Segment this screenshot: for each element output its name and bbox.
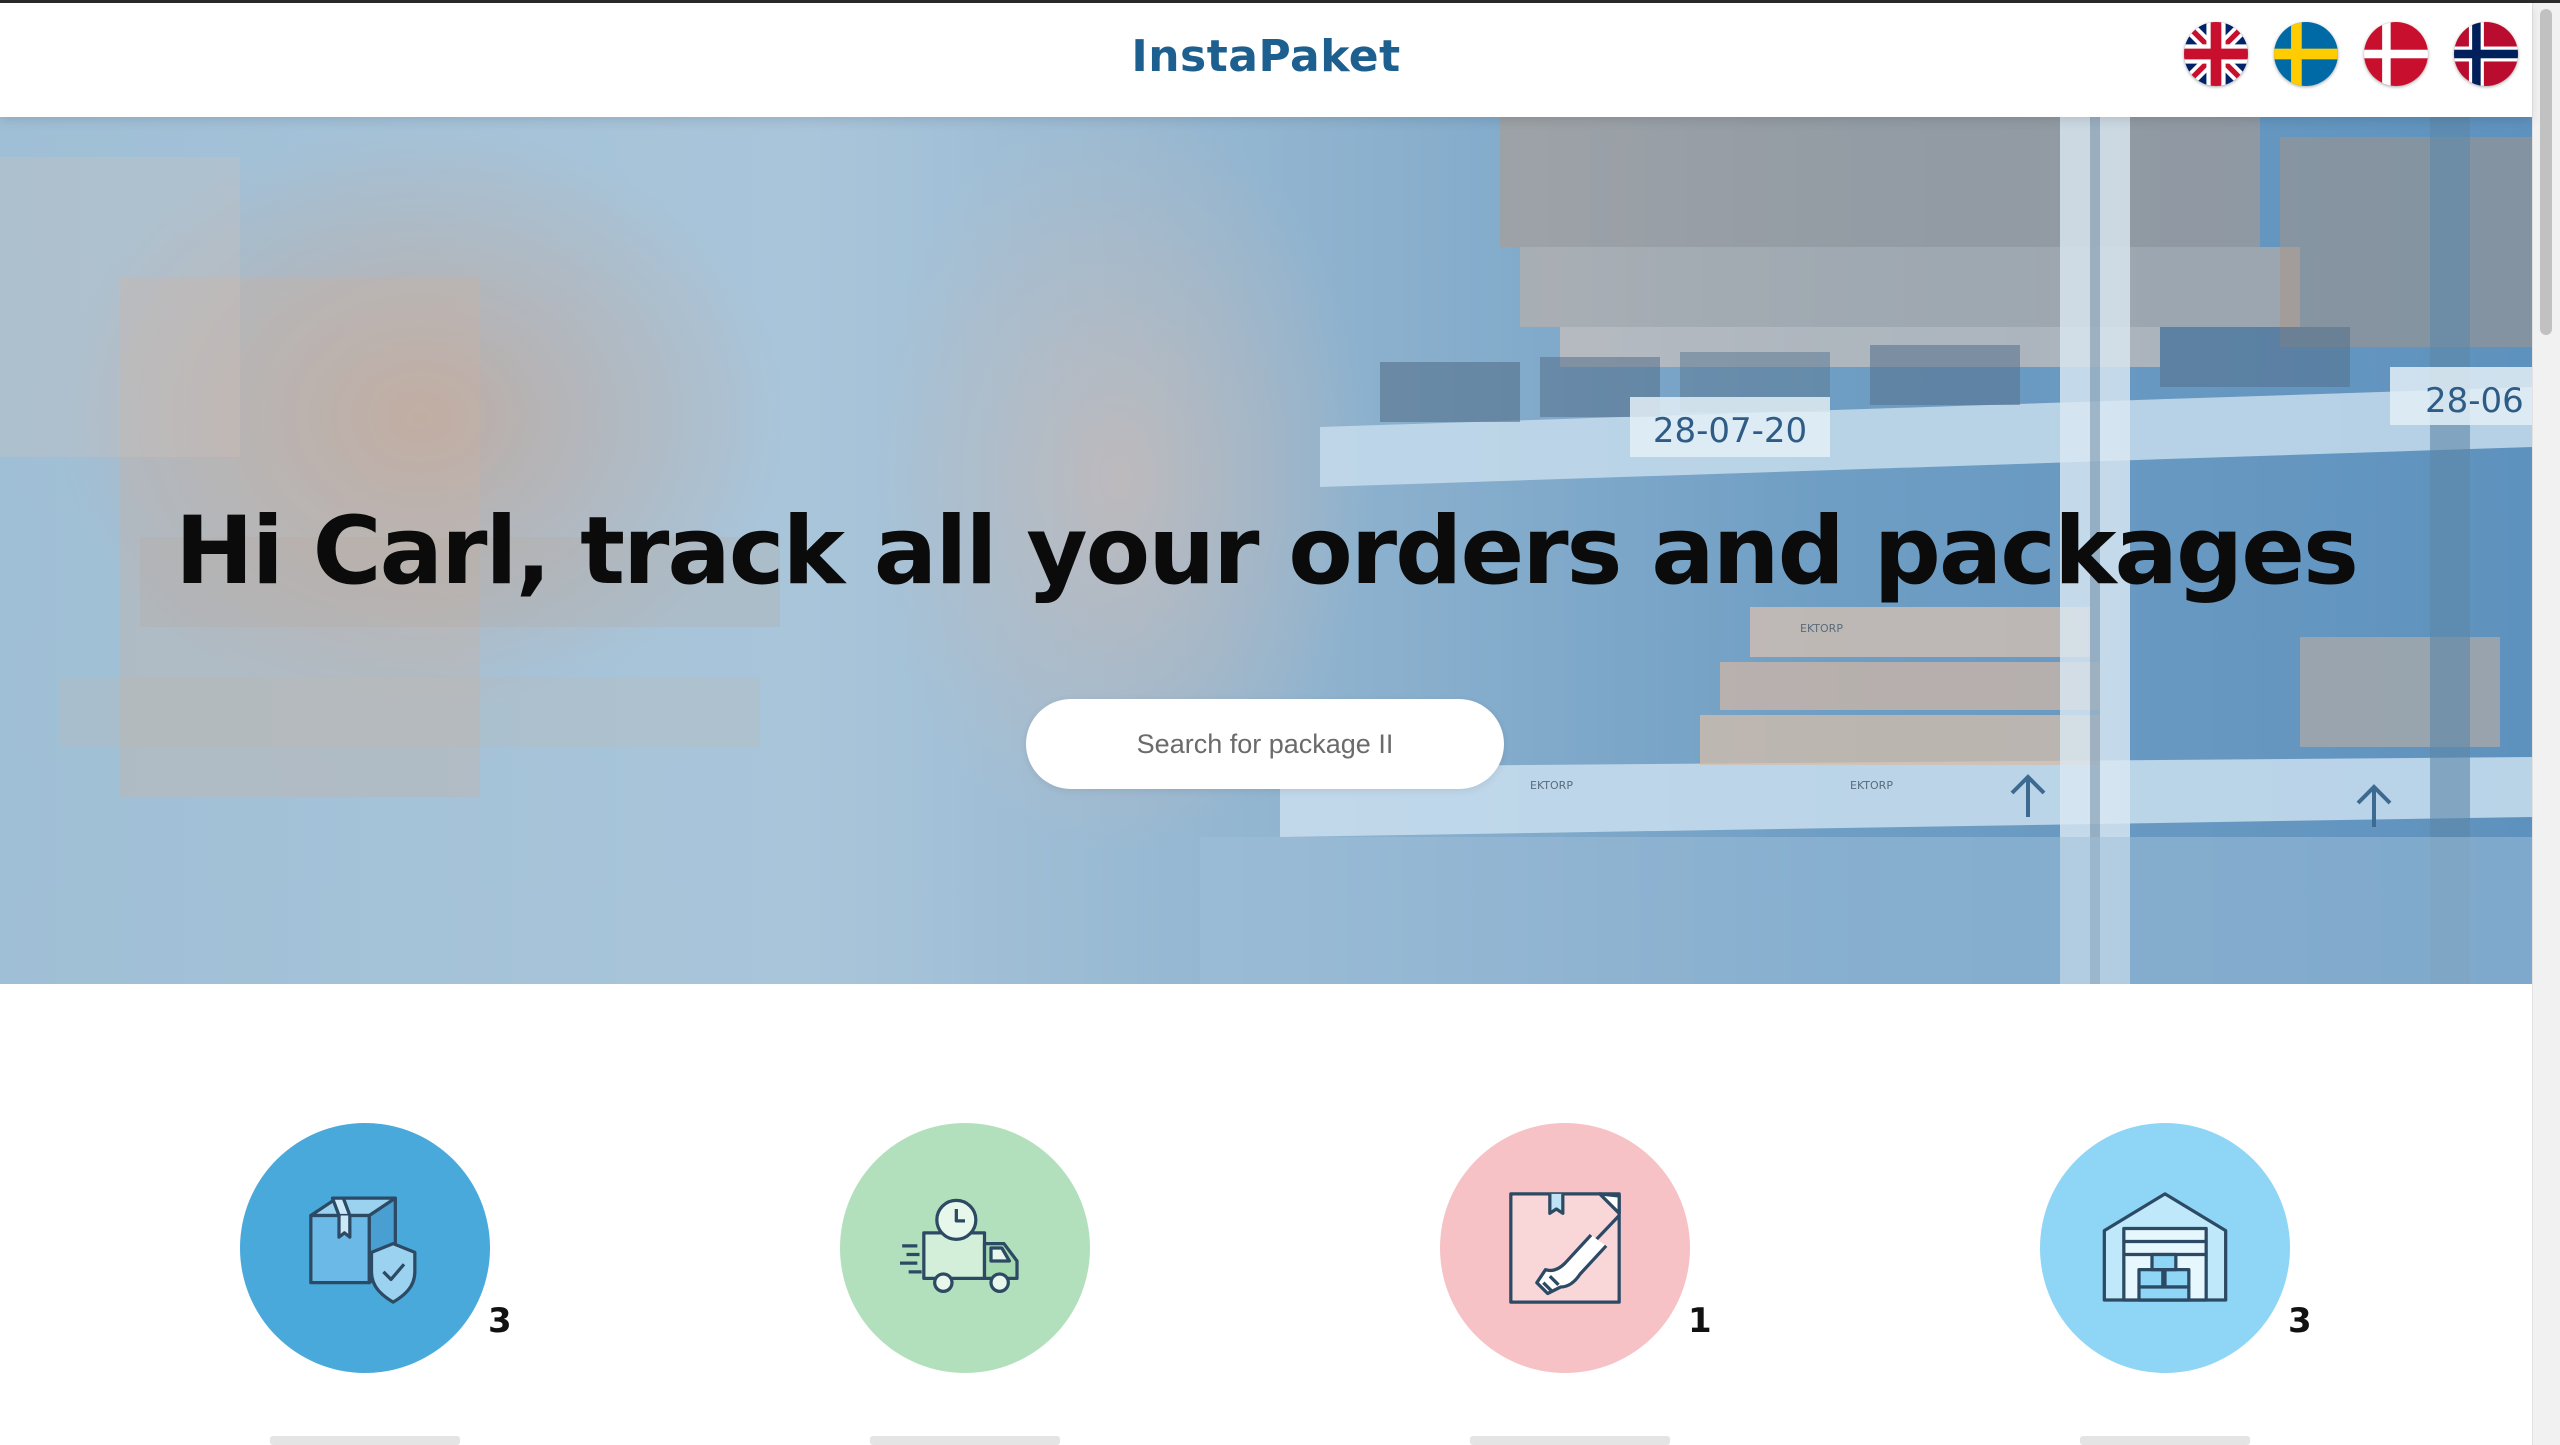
- category-delivered[interactable]: 1: [1440, 1123, 1712, 1373]
- category-circle[interactable]: [840, 1123, 1090, 1373]
- package-search-input[interactable]: [1026, 699, 1504, 789]
- category-label-cutoff: [870, 1436, 1060, 1445]
- category-warehouse[interactable]: 3: [2040, 1123, 2312, 1373]
- uk-flag-icon[interactable]: [2184, 22, 2248, 86]
- category-label-cutoff: [270, 1436, 460, 1445]
- box-label: EKTORP: [1530, 779, 1573, 792]
- category-label-cutoff: [1470, 1436, 1670, 1445]
- category-circle[interactable]: [1440, 1123, 1690, 1373]
- box-label: EKTORP: [1850, 779, 1893, 792]
- brand-logo[interactable]: InstaPaket: [0, 31, 2532, 82]
- box-label: EKTORP: [1800, 622, 1843, 635]
- hero-banner: 28-07-20 28-06 EKTORP EKTORP EKTORP Hi C…: [0, 117, 2532, 984]
- site-header: InstaPaket: [0, 3, 2532, 117]
- hero-title: Hi Carl, track all your orders and packa…: [175, 497, 2359, 606]
- denmark-flag-icon[interactable]: [2364, 22, 2428, 86]
- category-count: 3: [488, 1301, 512, 1341]
- sweden-flag-icon[interactable]: [2274, 22, 2338, 86]
- scrollbar-thumb[interactable]: [2540, 9, 2552, 335]
- insured-package-icon: [309, 1196, 417, 1304]
- category-count: 1: [1688, 1301, 1712, 1341]
- delivery-truck-clock-icon: [900, 1198, 1019, 1293]
- category-in-transit[interactable]: [840, 1123, 1090, 1373]
- page-scrollbar[interactable]: [2532, 3, 2560, 1445]
- shelf-label: 28-07-20: [1653, 411, 1807, 451]
- category-label-cutoff: [2080, 1436, 2250, 1445]
- shelf-label: 28-06: [2425, 381, 2524, 421]
- category-insured-packages[interactable]: 3: [240, 1123, 512, 1373]
- hand-package-delivered-icon: [1509, 1192, 1621, 1304]
- language-selector: [2184, 22, 2518, 86]
- category-count: 3: [2288, 1301, 2312, 1341]
- category-circle[interactable]: [2040, 1123, 2290, 1373]
- norway-flag-icon[interactable]: [2454, 22, 2518, 86]
- warehouse-icon: [2102, 1192, 2228, 1302]
- category-circle[interactable]: [240, 1123, 490, 1373]
